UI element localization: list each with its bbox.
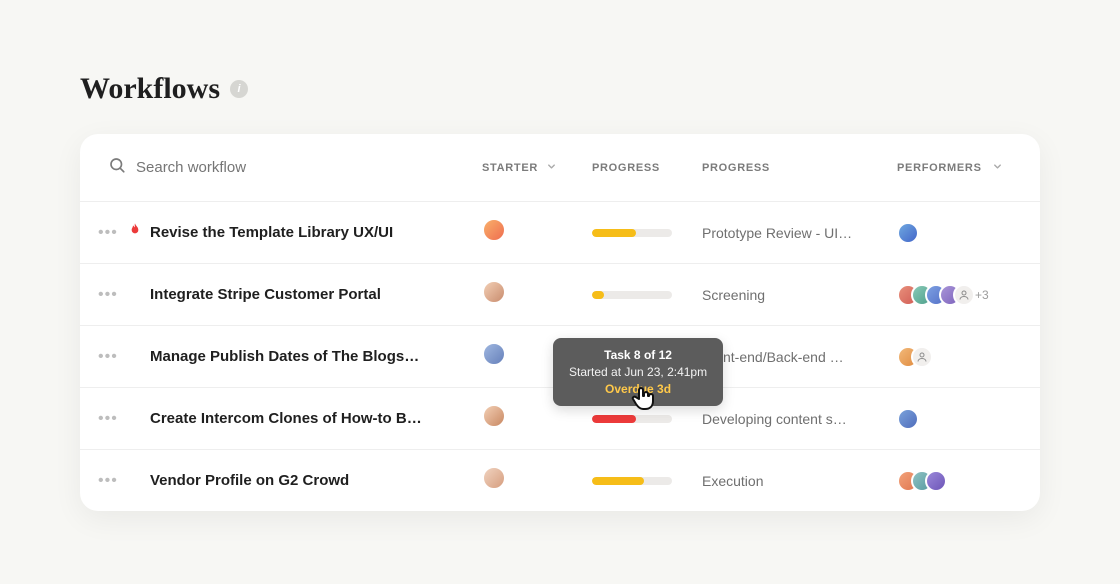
workflows-panel: STARTER PROGRESS PROGRESS PERFORMERS •••…: [80, 134, 1040, 511]
performers-cell: +3: [897, 284, 1012, 306]
starter-avatar[interactable]: [482, 404, 506, 428]
performers-more-count[interactable]: +3: [975, 288, 989, 302]
flame-icon: [127, 221, 143, 244]
table-row[interactable]: ••• Integrate Stripe Customer Portal Scree…: [80, 264, 1040, 326]
row-actions-icon[interactable]: •••: [98, 411, 120, 427]
progress-status: Execution: [702, 473, 897, 489]
performers-cell: [897, 408, 1012, 430]
starter-avatar[interactable]: [482, 342, 506, 366]
chevron-down-icon: [546, 161, 557, 175]
workflow-title[interactable]: Manage Publish Dates of The Blogs…: [150, 348, 482, 365]
progress-bar[interactable]: [592, 291, 672, 299]
urgent-cell: [120, 221, 150, 244]
progress-status: Prototype Review - UI…: [702, 225, 897, 241]
row-actions-icon[interactable]: •••: [98, 473, 120, 489]
progress-cell: [592, 477, 702, 485]
workflow-title[interactable]: Create Intercom Clones of How-to B…: [150, 410, 482, 427]
performers-cell: [897, 222, 1012, 244]
chevron-down-icon: [992, 161, 1003, 175]
performers-cell: [897, 470, 1012, 492]
column-starter[interactable]: STARTER: [482, 161, 592, 175]
starter-cell: [482, 404, 592, 433]
cursor-pointer-icon: [628, 382, 658, 421]
table-row[interactable]: ••• Create Intercom Clones of How-to B… De…: [80, 388, 1040, 450]
tooltip-line2: Started at Jun 23, 2:41pm: [569, 364, 707, 381]
progress-status: Front-end/Back-end …: [702, 349, 897, 365]
search-input[interactable]: [136, 159, 396, 176]
performer-placeholder-icon[interactable]: [953, 284, 975, 306]
progress-cell: [592, 291, 702, 299]
row-actions-icon[interactable]: •••: [98, 287, 120, 303]
workflow-title[interactable]: Vendor Profile on G2 Crowd: [150, 472, 482, 489]
table-header: STARTER PROGRESS PROGRESS PERFORMERS: [80, 134, 1040, 202]
progress-status: Screening: [702, 287, 897, 303]
tooltip-line1: Task 8 of 12: [569, 347, 707, 364]
performer-avatar[interactable]: [897, 408, 919, 430]
table-row[interactable]: ••• Revise the Template Library UX/UI Prot…: [80, 202, 1040, 264]
starter-avatar[interactable]: [482, 466, 506, 490]
workflow-title[interactable]: Integrate Stripe Customer Portal: [150, 286, 482, 303]
starter-cell: [482, 280, 592, 309]
column-starter-label: STARTER: [482, 162, 538, 174]
progress-bar[interactable]: [592, 229, 672, 237]
progress-status: Developing content s…: [702, 411, 897, 427]
column-progress-status: PROGRESS: [702, 162, 897, 174]
starter-avatar[interactable]: [482, 218, 506, 242]
starter-avatar[interactable]: [482, 280, 506, 304]
performer-avatar[interactable]: [897, 222, 919, 244]
performer-avatar[interactable]: [925, 470, 947, 492]
column-progress-bar: PROGRESS: [592, 162, 702, 174]
row-actions-icon[interactable]: •••: [98, 349, 120, 365]
page-title: Workflows: [80, 72, 220, 106]
starter-cell: [482, 466, 592, 495]
performers-cell: [897, 346, 1012, 368]
search-icon: [108, 156, 126, 179]
starter-cell: [482, 218, 592, 247]
table-row[interactable]: ••• Vendor Profile on G2 Crowd Execution: [80, 450, 1040, 511]
row-actions-icon[interactable]: •••: [98, 225, 120, 241]
column-performers[interactable]: PERFORMERS: [897, 161, 1012, 175]
progress-bar[interactable]: [592, 477, 672, 485]
performer-placeholder-icon[interactable]: [911, 346, 933, 368]
info-icon[interactable]: i: [230, 80, 248, 98]
column-performers-label: PERFORMERS: [897, 162, 982, 174]
progress-cell: [592, 229, 702, 237]
workflow-title[interactable]: Revise the Template Library UX/UI: [150, 224, 482, 241]
